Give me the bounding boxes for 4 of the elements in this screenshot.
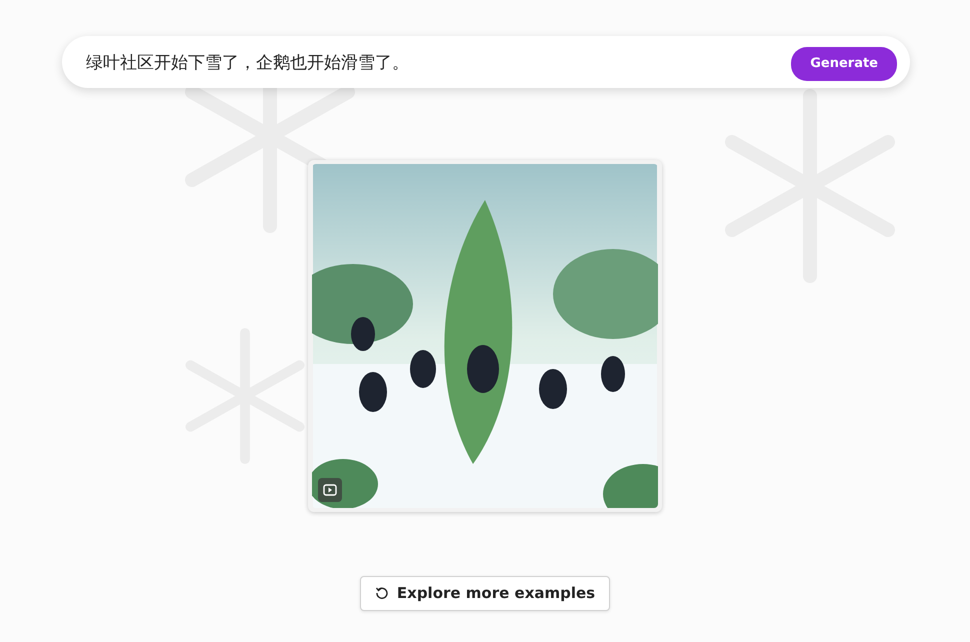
refresh-icon	[374, 586, 389, 600]
play-icon[interactable]	[318, 478, 342, 502]
generate-button[interactable]: Generate	[791, 47, 897, 80]
explore-more-button[interactable]: Explore more examples	[360, 576, 610, 610]
